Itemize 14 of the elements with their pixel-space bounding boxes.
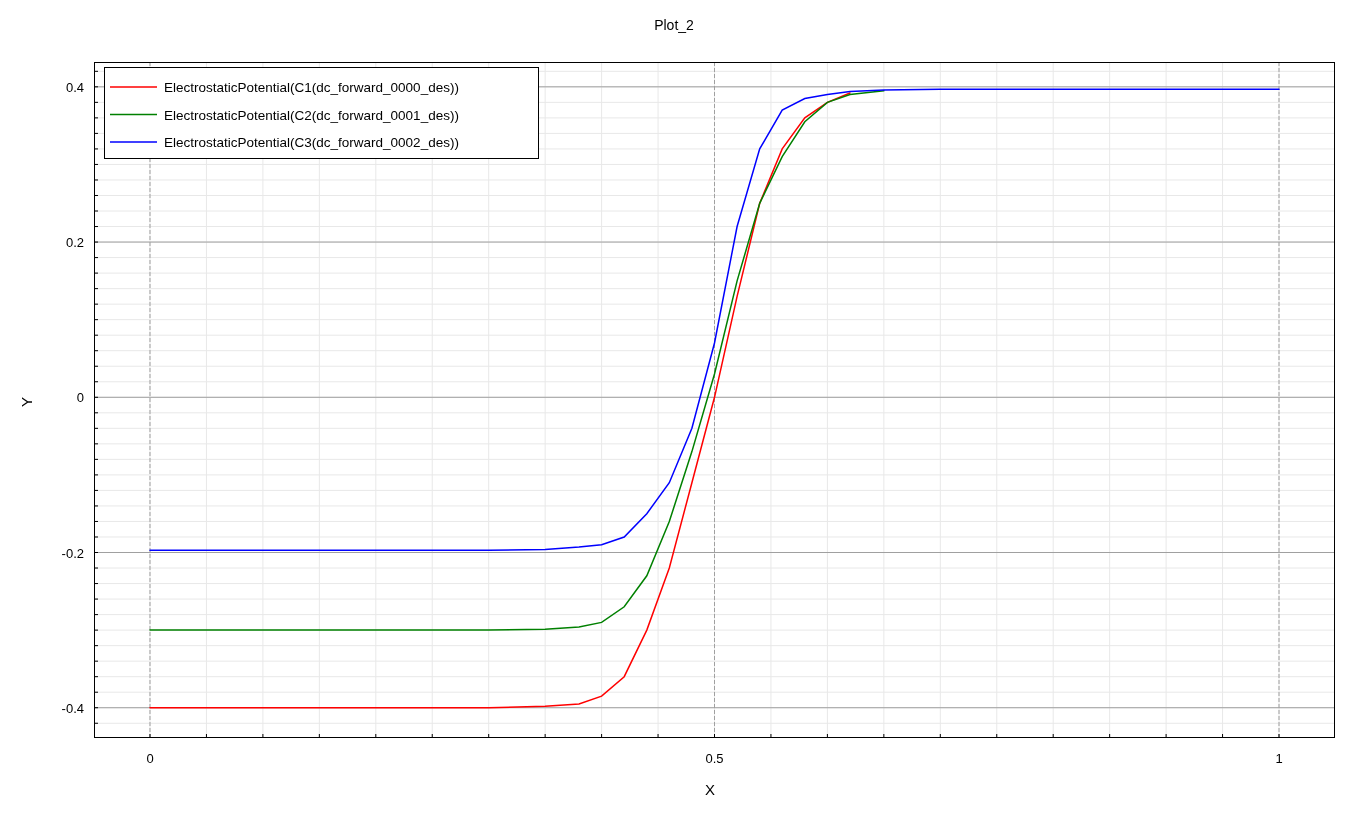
legend-label: ElectrostaticPotential(C2(dc_forward_0001_des)) (164, 107, 459, 123)
axis-label: Y (18, 397, 35, 407)
tick-label: -0.4 (61, 700, 84, 716)
tick-label: 1 (1275, 751, 1283, 766)
chart-title: Plot_2 (654, 17, 694, 33)
tick-label: -0.2 (61, 545, 84, 561)
legend-label: ElectrostaticPotential(C3(dc_forward_0002_des)) (164, 135, 459, 150)
tick-label: 0 (146, 751, 154, 766)
tick-label: 0.4 (65, 79, 84, 95)
tick-label: 0.5 (705, 751, 724, 766)
axis-label: X (705, 781, 715, 798)
tick-label: 0 (76, 390, 84, 406)
legend-label: ElectrostaticPotential(C1(dc_forward_0000_des)) (164, 80, 459, 95)
tick-label: 0.2 (65, 235, 84, 251)
